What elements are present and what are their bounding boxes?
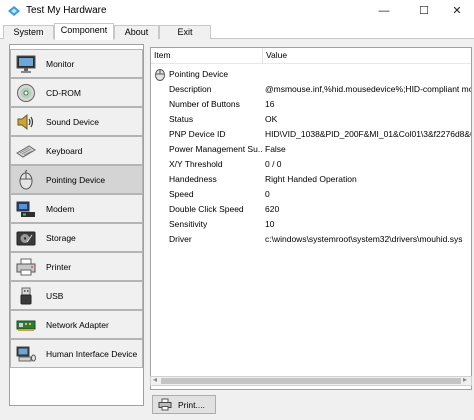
row-value: False [265,144,286,154]
sidebar-item-label: Pointing Device [46,175,106,185]
title-bar: Test My Hardware — ☐ ✕ [0,0,474,22]
sidebar-item-storage[interactable]: Storage [10,223,143,252]
mouse-icon [155,69,165,81]
row-value: 0 [265,189,270,199]
table-row[interactable]: Handedness Right Handed Operation [151,172,471,187]
sidebar-item-label: Storage [46,233,76,243]
sidebar-item-cd-rom[interactable]: CD-ROM [10,78,143,107]
details-list[interactable]: Item Value Pointing Device Description @… [150,47,472,390]
sidebar-item-human-interface-device[interactable]: Human Interface Device [10,339,143,368]
table-row[interactable]: Description @msmouse.inf,%hid.mousedevic… [151,82,472,97]
table-row[interactable]: Driver c:\windows\systemroot\system32\dr… [151,232,471,247]
tab-component[interactable]: Component [54,23,114,40]
column-header-item[interactable]: Item [151,48,263,64]
sidebar-item-label: Printer [46,262,72,272]
row-value: Right Handed Operation [265,174,357,184]
sidebar-item-sound-device[interactable]: Sound Device [10,107,143,136]
speaker-icon [17,113,34,131]
usb-icon [20,287,32,305]
sidebar-item-label: Sound Device [46,117,99,127]
tab-about[interactable]: About [114,25,159,39]
minimize-button[interactable]: — [364,0,404,22]
row-item: Driver [169,234,192,244]
keyboard-icon [16,145,36,158]
row-item: Double Click Speed [169,204,244,214]
row-item: Handedness [169,174,217,184]
table-row[interactable]: Number of Buttons 16 [151,97,471,112]
sidebar-item-label: Modem [46,204,75,214]
row-item: Number of Buttons [169,99,240,109]
horizontal-scrollbar[interactable]: ◂ ▸ [150,375,472,386]
printer-icon [158,398,172,411]
print-button-label: Print.... [178,400,205,410]
sidebar-item-keyboard[interactable]: Keyboard [10,136,143,165]
sidebar-item-printer[interactable]: Printer [10,252,143,281]
row-item: Description [169,84,212,94]
table-row[interactable]: Double Click Speed 620 [151,202,471,217]
row-value: 10 [265,219,275,229]
sidebar-item-usb[interactable]: USB [10,281,143,310]
row-value: c:\windows\systemroot\system32\drivers\m… [265,234,463,244]
window-title: Test My Hardware [26,5,107,16]
scroll-left-icon[interactable]: ◂ [153,375,157,384]
network-icon [16,320,36,331]
scroll-right-icon[interactable]: ▸ [463,375,467,384]
app-logo-icon [8,6,20,16]
hid-icon [16,346,36,362]
row-value: OK [265,114,278,124]
column-header-value[interactable]: Value [263,48,471,64]
modem-icon [16,201,35,217]
sidebar-item-label: Keyboard [46,146,83,156]
row-item: Power Management Su... [169,144,263,154]
mouse-icon [19,170,33,190]
storage-icon [16,231,36,246]
row-value: 620 [265,204,280,214]
sidebar-item-label: CD-ROM [46,88,81,98]
sidebar-item-label: Human Interface Device [46,349,138,359]
row-item: X/Y Threshold [169,159,223,169]
row-value: 16 [265,99,275,109]
tab-system[interactable]: System [3,25,54,39]
sidebar-item-monitor[interactable]: Monitor [10,49,143,78]
table-row[interactable]: X/Y Threshold 0 / 0 [151,157,471,172]
group-row[interactable]: Pointing Device [151,67,471,82]
component-list: Monitor CD-ROM Sound Device Keyboard Poi… [9,44,144,406]
cd-rom-icon [17,84,35,102]
row-item: Speed [169,189,194,199]
close-button[interactable]: ✕ [437,0,474,22]
sidebar-item-label: USB [46,291,64,301]
print-button[interactable]: Print.... [152,395,216,414]
sidebar-item-label: Network Adapter [46,320,109,330]
table-row[interactable]: Speed 0 [151,187,471,202]
component-panel: Monitor CD-ROM Sound Device Keyboard Poi… [0,39,474,420]
sidebar-item-pointing-device[interactable]: Pointing Device [10,165,143,194]
sidebar-item-label: Monitor [46,59,75,69]
sidebar-item-modem[interactable]: Modem [10,194,143,223]
sidebar-item-network-adapter[interactable]: Network Adapter [10,310,143,339]
group-label: Pointing Device [169,69,229,79]
table-row[interactable]: Status OK [151,112,471,127]
table-row[interactable]: Power Management Su... False [151,142,471,157]
row-item: Sensitivity [169,219,208,229]
row-item: Status [169,114,194,124]
table-row[interactable]: Sensitivity 10 [151,217,471,232]
tab-exit[interactable]: Exit [159,25,211,39]
main-tabs: System Component About Exit [0,22,474,40]
table-row[interactable]: PNP Device ID HID\VID_1038&PID_200F&MI_0… [151,127,472,142]
monitor-icon [16,55,36,73]
row-value: 0 / 0 [265,159,282,169]
row-value: HID\VID_1038&PID_200F&MI_01&Col01\3&f227… [265,129,472,139]
scrollbar-thumb[interactable] [161,378,461,384]
row-value: @msmouse.inf,%hid.mousedevice%;HID-compl… [265,84,472,94]
printer-icon [16,258,36,276]
row-item: PNP Device ID [169,129,226,139]
